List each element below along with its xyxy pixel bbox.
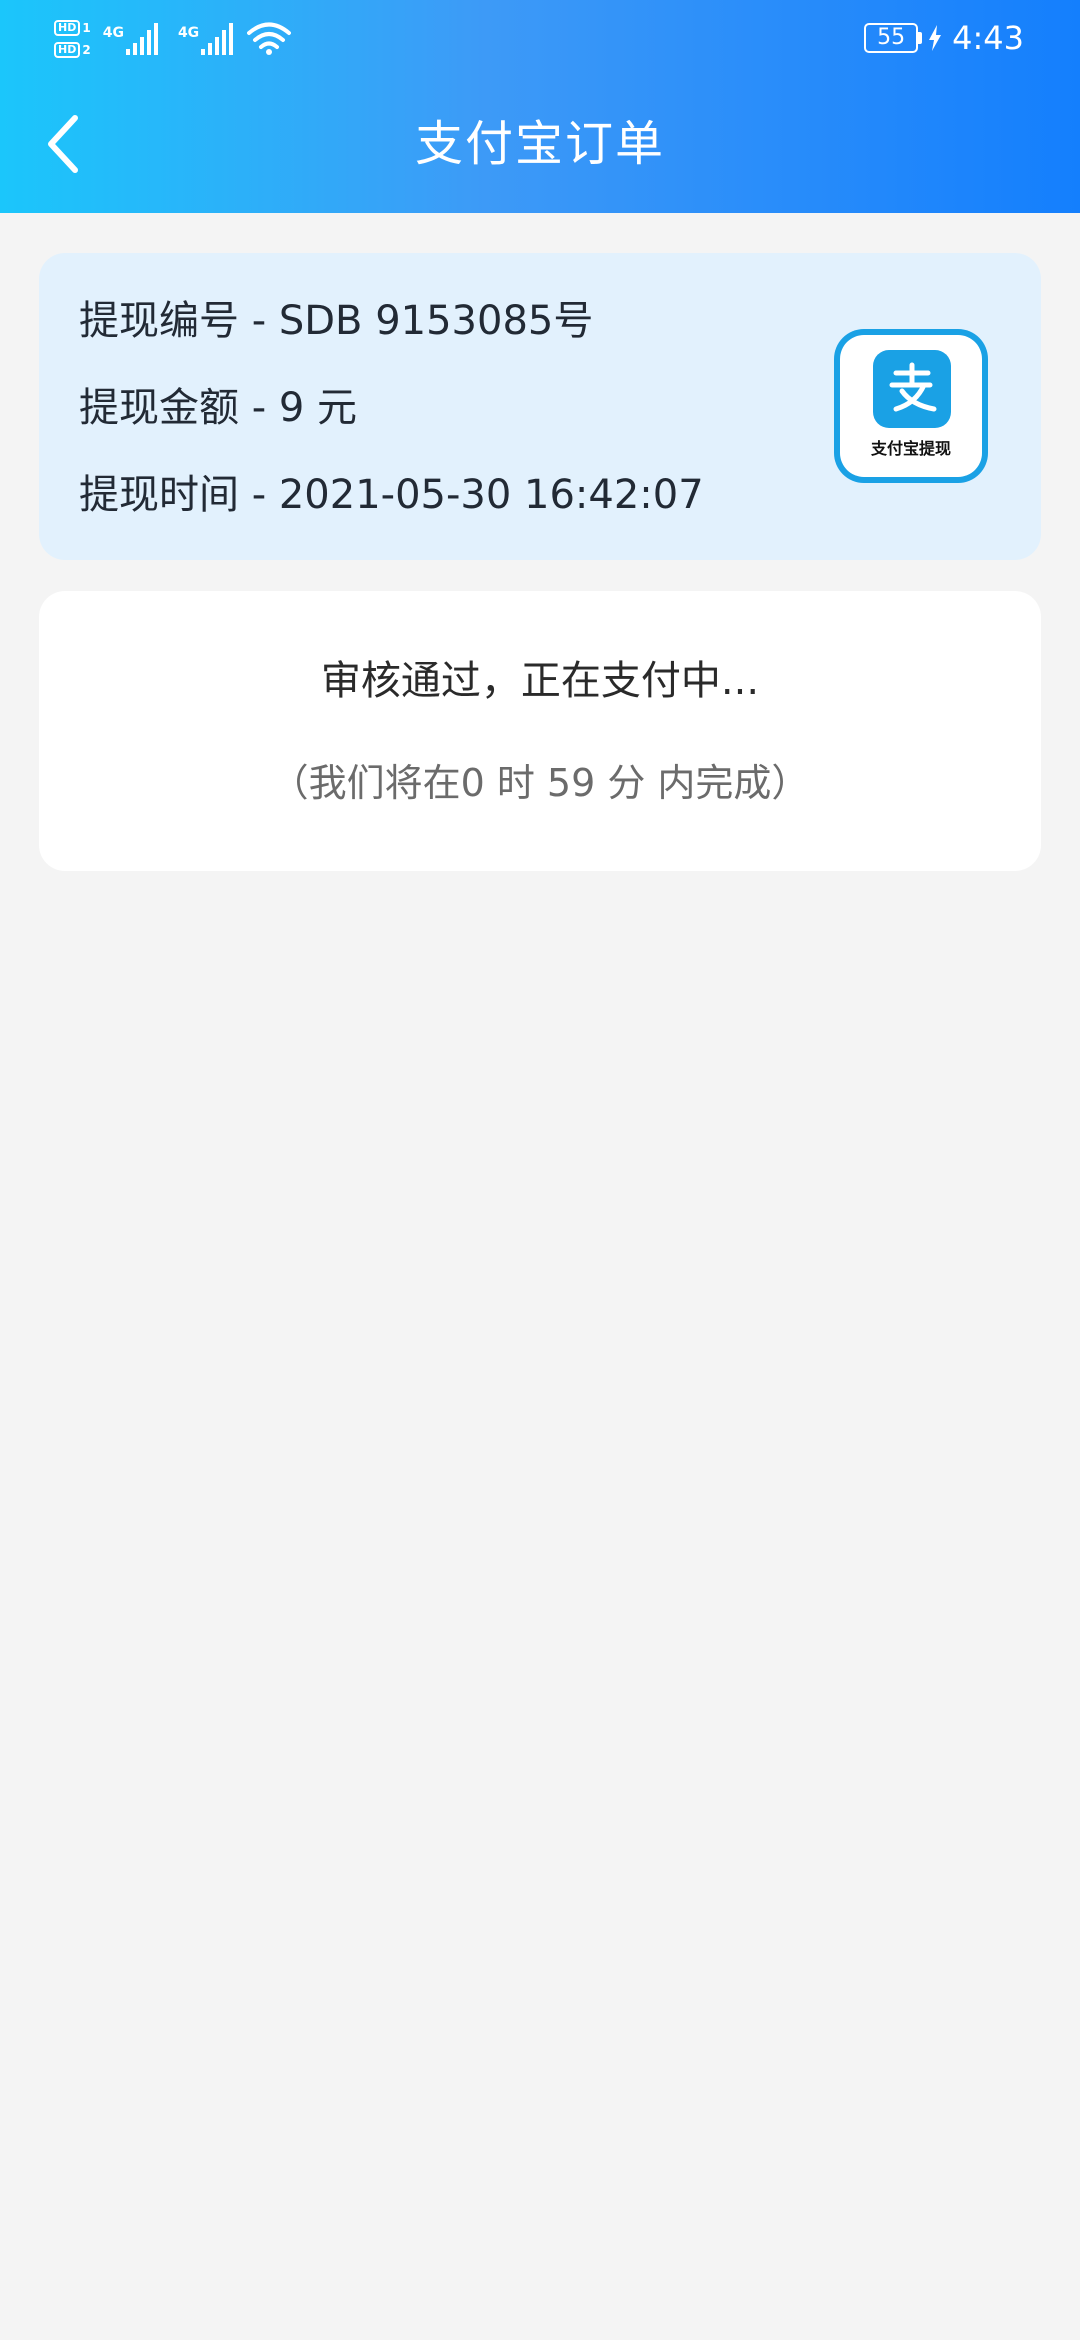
withdraw-time: 提现时间 - 2021-05-30 16:42:07	[79, 472, 704, 518]
signal-bars-icon	[125, 23, 158, 55]
alipay-withdraw-logo: 支付宝提现	[834, 329, 988, 483]
status-left-group: HD 1 HD 2 4G 4G	[54, 14, 292, 64]
withdraw-id: 提现编号 - SDB 9153085号	[79, 298, 594, 344]
wifi-icon	[247, 22, 292, 55]
payment-status-card: 审核通过，正在支付中... （我们将在0 时 59 分 内完成）	[39, 591, 1041, 871]
alipay-glyph-icon	[889, 362, 937, 412]
battery-tip	[918, 32, 923, 44]
battery-level: 55	[864, 23, 919, 53]
order-info-card: 提现编号 - SDB 9153085号 提现金额 - 9 元 提现时间 - 20…	[39, 253, 1041, 560]
page-title: 支付宝订单	[414, 116, 665, 172]
hd-badge-sim2: HD 2	[54, 42, 91, 58]
withdraw-amount: 提现金额 - 9 元	[79, 385, 358, 431]
status-bar: HD 1 HD 2 4G 4G 55 4:43	[0, 0, 1080, 76]
signal-sim2: 4G	[178, 23, 235, 55]
alipay-logo-caption: 支付宝提现	[870, 439, 951, 458]
sim1-index: 1	[82, 21, 91, 35]
battery-indicator: 55	[864, 23, 923, 53]
hd-badge-sim1: HD 1	[54, 20, 91, 36]
charging-bolt-icon	[929, 25, 942, 51]
sim2-index: 2	[82, 43, 91, 57]
status-right-group: 55 4:43	[864, 16, 1024, 60]
hd-badges: HD 1 HD 2	[54, 20, 91, 58]
hd-label: HD	[54, 42, 81, 58]
status-message: 审核通过，正在支付中...	[320, 658, 760, 704]
status-eta: （我们将在0 时 59 分 内完成）	[270, 761, 810, 805]
header-bar: HD 1 HD 2 4G 4G 55 4:43 支付宝订单	[0, 0, 1080, 213]
clock: 4:43	[952, 19, 1024, 57]
network-type-sim2: 4G	[177, 25, 200, 41]
hd-label: HD	[54, 20, 81, 36]
network-type-sim1: 4G	[102, 25, 124, 41]
alipay-icon	[873, 350, 951, 428]
signal-sim1: 4G	[103, 23, 160, 55]
signal-bars-icon	[201, 23, 234, 55]
alipay-logo-inner: 支付宝提现	[840, 335, 982, 477]
